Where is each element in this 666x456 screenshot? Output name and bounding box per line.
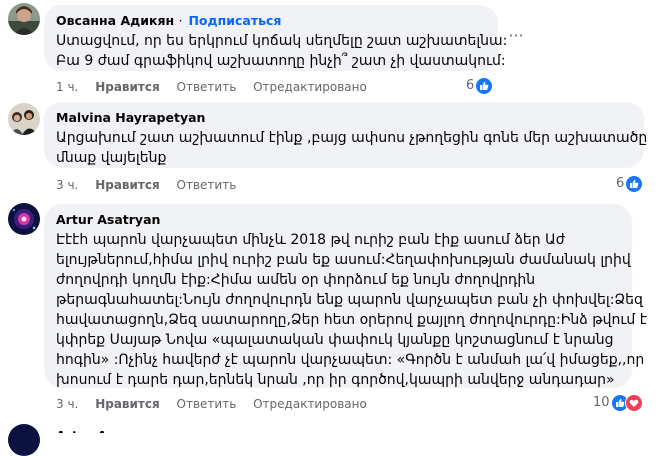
reaction-summary[interactable]: 6 (616, 175, 643, 193)
comment-line: ելույթներում,հիմա լրիվ ուրիշ բան եք ասու… (56, 252, 631, 268)
comment-time[interactable]: 3 ч. (56, 397, 78, 411)
reply-button[interactable]: Ответить (177, 397, 237, 411)
comment-line: հոգին» :Ոչինչ հավերժ չէ պարոն վարչապետ: … (56, 352, 645, 368)
edited-label: Отредактировано (253, 397, 367, 411)
comment-text: Ստացվում, որ ես երկրում կոճակ սեղմելը շա… (56, 31, 508, 71)
edited-label: Отредактировано (253, 80, 367, 94)
comment-author[interactable]: Malvina Hayrapetyan (56, 110, 632, 126)
comment-line: մնաք վայելենք (56, 150, 167, 166)
avatar[interactable] (8, 203, 40, 235)
like-button[interactable]: Нравится (95, 397, 160, 411)
next-comment-partial (8, 424, 40, 456)
comment-bubble: Malvina Hayrapetyan Արցախում շատ աշխատու… (44, 102, 648, 168)
comment-time[interactable]: 3 ч. (56, 178, 78, 192)
reaction-count: 6 (616, 176, 625, 191)
reaction-count: 6 (466, 78, 475, 93)
comment-line: թերագնահատել:Նույն ժողովուրդն ենք պարոն … (56, 292, 643, 308)
comment-line: Էէէհ պարոն վարչապետ մինչև 2018 թվ ուրիշ … (56, 232, 565, 248)
comment-line: Բա 9 ժամ գրաֆիկով աշխատողը ինչի՞ շատ չի … (56, 53, 506, 69)
more-options-icon[interactable]: ··· (506, 28, 526, 44)
comment-line: ժողովրդի կողմն էիք:Հիմա ամեն օր փորձում … (56, 272, 536, 288)
comment-author-row: Овсанна Адикян · Подписаться (56, 13, 486, 29)
comment-author[interactable]: Artur Asatryan (56, 212, 620, 228)
comment-line: հավատացողն,Ձեզ սատարողը,Ձեր հետ օրերով ք… (56, 312, 647, 328)
comment-line: Արցախում շատ աշխատում էինք ,բայց ափսոս չ… (56, 130, 648, 146)
reaction-summary[interactable]: 6 (466, 77, 493, 95)
reaction-summary[interactable]: 10 (593, 394, 643, 412)
comment-text: Էէէհ պարոն վարչապետ մինչև 2018 թվ ուրիշ … (56, 230, 647, 390)
follow-button[interactable]: Подписаться (188, 13, 281, 28)
like-button[interactable]: Нравится (95, 80, 160, 94)
reaction-count: 10 (593, 395, 610, 410)
like-icon (476, 78, 493, 94)
comment-actions: 3 ч. Нравится Ответить Отредактировано (56, 396, 380, 412)
separator-dot: · (178, 13, 187, 28)
comment-text: Արցախում շատ աշխատում էինք ,բայց ափսոս չ… (56, 128, 648, 168)
comment-actions: 1 ч. Нравится Ответить Отредактировано (56, 79, 380, 95)
comment-line: Ստացվում, որ ես երկրում կոճակ սեղմելը շա… (56, 33, 508, 49)
comment-actions: 3 ч. Нравится Ответить (56, 177, 249, 193)
heart-icon (624, 394, 643, 412)
reply-button[interactable]: Ответить (177, 80, 237, 94)
next-author-partial[interactable]: Artur A... (56, 428, 121, 433)
comment-bubble: Artur Asatryan Էէէհ պարոն վարչապետ մինչև… (44, 204, 647, 390)
comment-time[interactable]: 1 ч. (56, 80, 78, 94)
like-button[interactable]: Нравится (95, 178, 160, 192)
reply-button[interactable]: Ответить (177, 178, 237, 192)
comment-bubble: Овсанна Адикян · Подписаться Ստացվում, ո… (44, 5, 508, 71)
comment-author[interactable]: Овсанна Адикян (56, 13, 174, 28)
comment-line: կփրեք Սայաթ Նովա «պալատական փափուկ կյանք… (56, 332, 614, 348)
like-icon (626, 176, 643, 192)
avatar[interactable] (8, 103, 40, 135)
comment-line: խոսում է դարե դար,երնեկ նրան ,որ իր գործ… (56, 372, 615, 388)
avatar[interactable] (8, 3, 40, 35)
